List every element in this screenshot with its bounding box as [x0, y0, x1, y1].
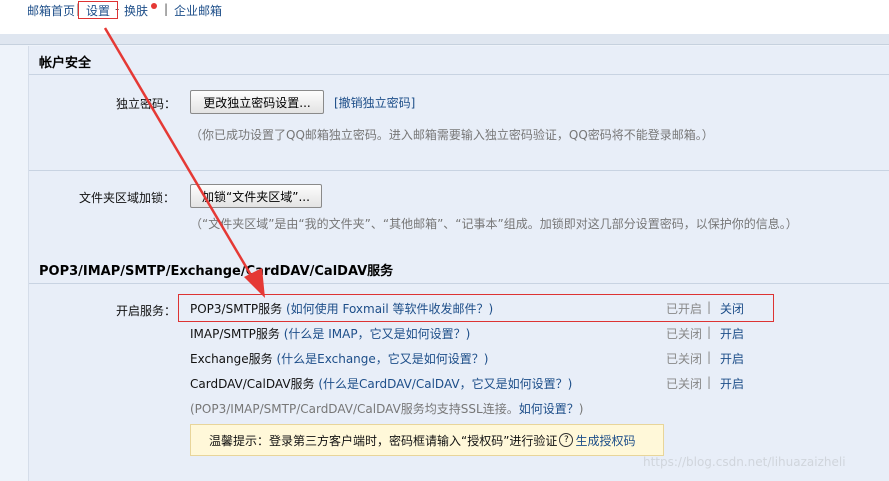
folder-lock-note: （“文件夹区域”是由“我的文件夹”、“其他邮箱”、“记事本”组成。加锁即对这几部… [190, 217, 798, 231]
top-navigation: 邮箱首页 | 设置 - 换肤 | 企业邮箱 [0, 0, 889, 34]
service-toggle-link[interactable]: 开启 [720, 375, 744, 392]
top-divider [0, 34, 889, 45]
tip-text: 温馨提示：登录第三方客户端时，密码框请输入“授权码”进行验证 [209, 433, 558, 448]
revoke-independent-password-link[interactable]: [撤销独立密码] [334, 94, 415, 111]
section-title-pop3-services: POP3/IMAP/SMTP/Exchange/CardDAV/CalDAV服务 [39, 264, 394, 279]
section-divider [29, 170, 889, 171]
nav-mail-home-link[interactable]: 邮箱首页 [27, 2, 75, 19]
ssl-note-close: ) [578, 402, 584, 416]
independent-password-note: （你已成功设置了QQ邮箱独立密码。进入邮箱需要输入独立密码验证，QQ密码将不能登… [190, 128, 714, 142]
ssl-note: (POP3/IMAP/SMTP/CardDAV/CalDAV服务均支持SSL连接… [190, 400, 583, 417]
nav-skin-link[interactable]: 换肤 [124, 2, 148, 19]
annotation-highlight-box [178, 294, 774, 322]
service-status: 已关闭 [666, 352, 703, 366]
service-name: CardDAV/CalDAV服务 [190, 377, 315, 391]
ssl-note-text: (POP3/IMAP/SMTP/CardDAV/CalDAV服务均支持SSL连接… [190, 402, 519, 416]
section-title-account-security: 帐户安全 [39, 56, 92, 71]
folder-lock-label: 文件夹区域加锁： [79, 191, 176, 205]
enable-service-label: 开启服务： [116, 304, 177, 318]
generate-auth-code-link[interactable]: 生成授权码 [575, 432, 635, 449]
change-independent-password-button[interactable]: 更改独立密码设置... [190, 90, 324, 114]
service-row-carddav: CardDAV/CalDAV服务 (什么是CardDAV/CalDAV，它又是如… [190, 375, 572, 392]
section-divider [29, 283, 889, 284]
independent-password-label: 独立密码： [116, 97, 177, 111]
service-help-link[interactable]: (什么是Exchange，它又是如何设置？) [276, 352, 488, 366]
status-separator: | [707, 325, 712, 339]
section-divider [29, 74, 889, 75]
service-status: 已关闭 [666, 377, 703, 391]
nav-separator: | [164, 2, 169, 16]
ssl-howto-link[interactable]: 如何设置？ [519, 402, 579, 416]
service-toggle-link[interactable]: 开启 [720, 325, 744, 342]
service-name: Exchange服务 [190, 352, 273, 366]
service-help-link[interactable]: (什么是CardDAV/CalDAV，它又是如何设置？) [318, 377, 572, 391]
service-help-link[interactable]: (什么是 IMAP，它又是如何设置？) [284, 327, 471, 341]
service-row-exchange: Exchange服务 (什么是Exchange，它又是如何设置？) [190, 350, 488, 367]
new-badge-dot [151, 3, 157, 9]
lock-folder-area-button[interactable]: 加锁“文件夹区域”... [190, 184, 322, 208]
annotation-highlight-box [78, 1, 118, 19]
watermark: https://blog.csdn.net/lihuazaizheli [643, 455, 846, 469]
status-separator: | [707, 375, 712, 389]
auth-code-tip: 温馨提示：登录第三方客户端时，密码框请输入“授权码”进行验证 ? 生成授权码 [190, 424, 664, 456]
service-toggle-link[interactable]: 开启 [720, 350, 744, 367]
service-row-imap: IMAP/SMTP服务 (什么是 IMAP，它又是如何设置？) [190, 325, 470, 342]
service-status: 已关闭 [666, 327, 703, 341]
status-separator: | [707, 350, 712, 364]
nav-enterprise-mail-link[interactable]: 企业邮箱 [174, 2, 222, 19]
service-name: IMAP/SMTP服务 [190, 327, 280, 341]
help-circle-icon[interactable]: ? [559, 433, 574, 447]
